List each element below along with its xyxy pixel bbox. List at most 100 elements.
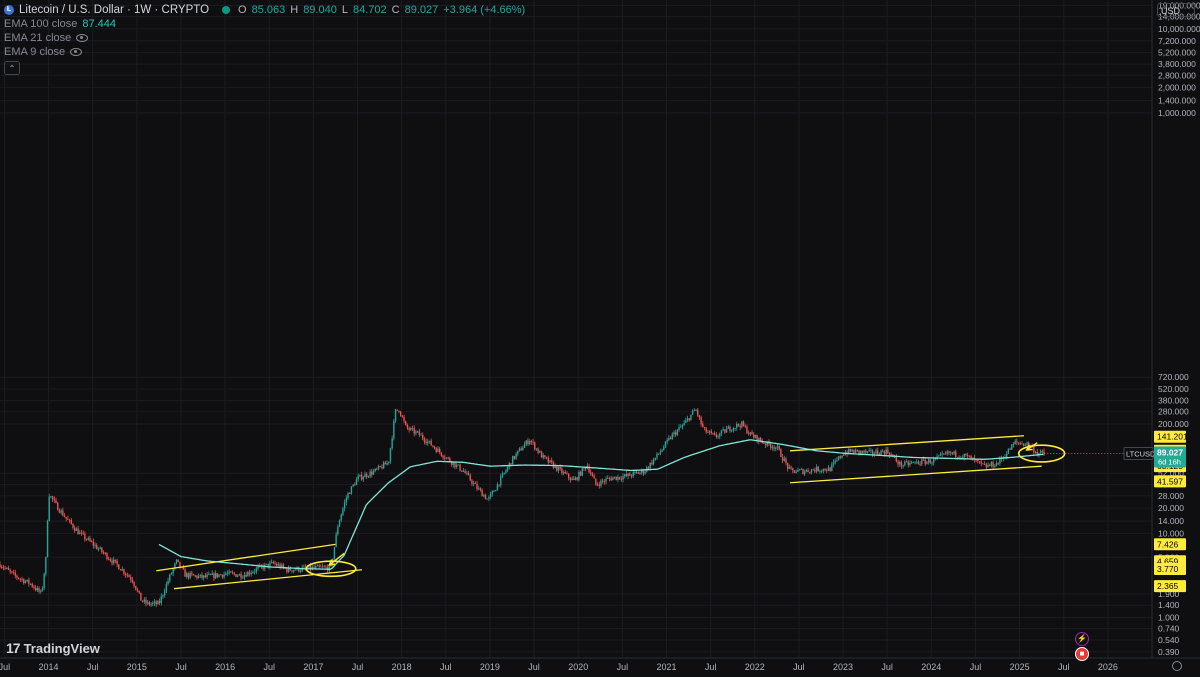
candle-body (965, 454, 967, 456)
x-tick-label: 2024 (921, 662, 941, 672)
candle-body (617, 476, 619, 480)
candle-body (99, 547, 101, 549)
x-tick-label: Jul (881, 662, 893, 672)
candle-body (138, 590, 140, 593)
currency-button[interactable]: USD (1157, 3, 1195, 17)
candle-body (11, 571, 13, 573)
symbol-row[interactable]: Ł Litecoin / U.S. Dollar · 1W · CRYPTO O… (4, 3, 525, 17)
candle-body (771, 447, 774, 449)
candle-body (379, 466, 381, 467)
candle-body (337, 526, 339, 535)
candle-body (274, 563, 276, 564)
candle-body (989, 464, 991, 466)
candle-body (381, 466, 383, 469)
candle-body (607, 477, 609, 479)
candle-body (360, 474, 363, 480)
candle-body (464, 471, 466, 474)
candle-body (7, 567, 10, 570)
candle-body (325, 566, 327, 568)
candle-body (739, 425, 741, 428)
candle-body (96, 545, 98, 550)
candle-body (197, 576, 200, 579)
candle-body (1022, 443, 1025, 446)
candle-body (40, 590, 42, 592)
ema-100-line (158, 439, 1044, 570)
candle-body (966, 455, 969, 456)
collapse-legend-button[interactable]: ⌃ (4, 61, 20, 75)
candle-body (732, 428, 735, 431)
eye-icon[interactable] (70, 48, 83, 56)
candle-body (827, 467, 830, 471)
candle-body (559, 466, 561, 469)
y-tick-label: 0.740 (1158, 624, 1180, 634)
gear-icon[interactable] (1172, 661, 1182, 671)
candle-body (977, 460, 979, 462)
candle-body (910, 462, 913, 464)
lightning-icon[interactable]: ⚡ (1075, 632, 1089, 646)
candle-body (316, 565, 319, 567)
candle-body (410, 428, 412, 430)
candle-body (169, 574, 171, 581)
indicator-ema21[interactable]: EMA 21 close (4, 31, 525, 45)
candle-body (121, 569, 123, 571)
candle-body (72, 523, 74, 528)
candle-body (882, 450, 884, 452)
candle-body (944, 453, 947, 455)
candle-body (613, 476, 616, 478)
candle-body (900, 462, 903, 467)
candle-body (605, 478, 607, 482)
candle-body (999, 458, 1001, 464)
candle-body (661, 449, 663, 452)
candle-body (367, 476, 370, 478)
candle-body (681, 425, 684, 427)
candle-body (63, 515, 66, 518)
candle-body (323, 566, 325, 568)
candle-body (899, 462, 901, 465)
candle-body (763, 443, 765, 444)
flag-icon[interactable]: ■ (1075, 647, 1089, 661)
price-axis[interactable]: 19,000.00014,000.00010,000.0007,200.0005… (1151, 0, 1200, 677)
candle-body (517, 450, 519, 454)
candle-body (376, 468, 378, 470)
candle-body (663, 447, 665, 450)
x-tick-label: 2019 (480, 662, 500, 672)
x-tick-label: Jul (1058, 662, 1070, 672)
symbol-title[interactable]: Litecoin / U.S. Dollar · 1W · CRYPTO (19, 3, 209, 17)
candle-body (664, 441, 667, 448)
candle-body (751, 432, 753, 435)
candle-body (119, 569, 122, 571)
ohlc-open-value: 85.063 (251, 4, 286, 16)
candle-body (228, 571, 230, 574)
candle-body (557, 466, 560, 471)
candle-body (707, 432, 709, 434)
candle-body (416, 431, 419, 433)
indicator-ema100[interactable]: EMA 100 close 87.444 (4, 17, 525, 31)
candle-body (111, 560, 113, 564)
candle-body (50, 496, 52, 498)
candle-body (522, 447, 524, 451)
x-tick-label: 2017 (303, 662, 323, 672)
indicator-value: 87.444 (82, 18, 117, 30)
eye-icon[interactable] (76, 34, 89, 42)
candle-body (444, 457, 446, 459)
candle-body (983, 464, 986, 465)
candle-body (876, 450, 879, 454)
candle-body (590, 472, 592, 475)
candle-body (625, 474, 628, 477)
candle-body (1024, 444, 1027, 446)
candle-body (778, 446, 780, 450)
candle-body (831, 464, 833, 472)
candle-body (491, 491, 494, 494)
candle-body (226, 573, 229, 575)
legend: Ł Litecoin / U.S. Dollar · 1W · CRYPTO O… (4, 3, 525, 75)
time-axis[interactable]: Jul 2014 Jul 2015 Jul 2016 Jul 2017 Jul 2018 Jul 20… (0, 657, 1200, 672)
indicator-ema9[interactable]: EMA 9 close (4, 45, 525, 59)
candle-body (208, 574, 210, 575)
candle-body (802, 469, 804, 474)
candle-body (676, 430, 679, 435)
candlestick-chart[interactable]: 19,000.00014,000.00010,000.0007,200.0005… (0, 0, 1200, 677)
tradingview-logo[interactable]: 17 TradingView (6, 640, 100, 656)
candle-body (780, 449, 782, 458)
y-tick-label: 280.000 (1158, 407, 1189, 417)
ohlc-close-value: 89.027 (404, 4, 439, 16)
